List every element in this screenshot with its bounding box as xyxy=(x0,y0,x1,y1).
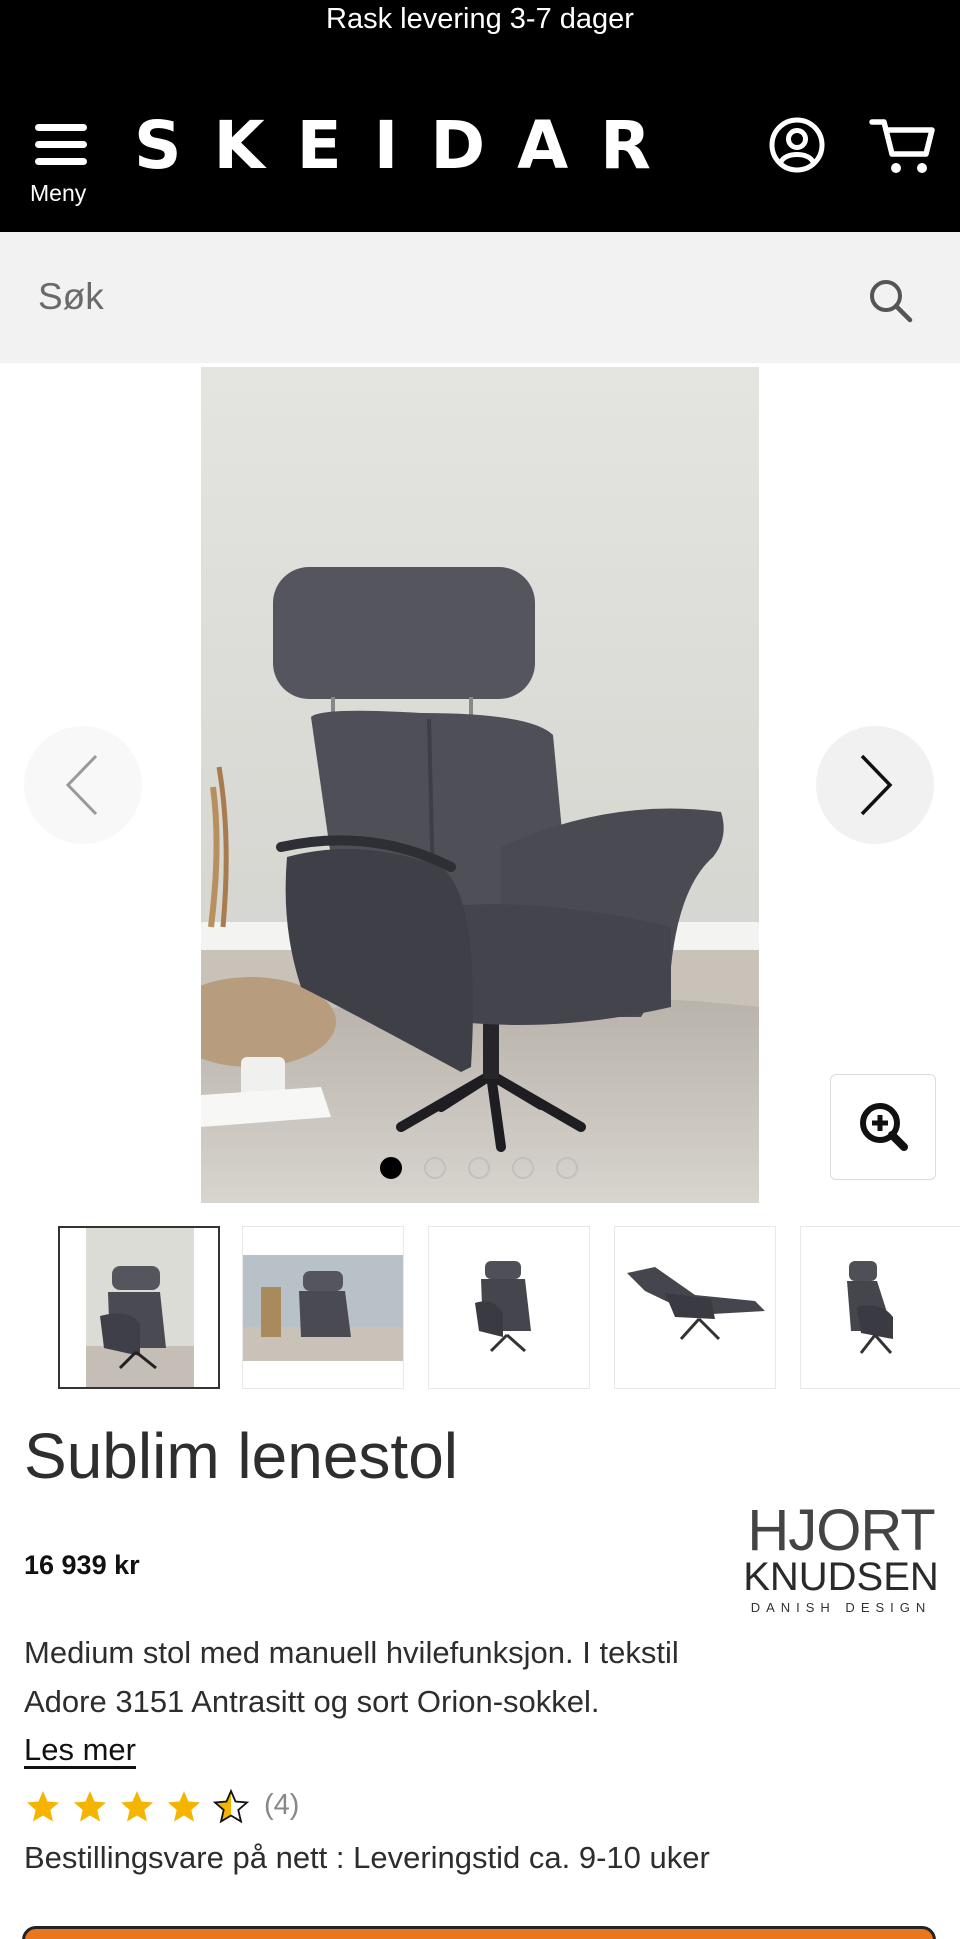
thumbnail-strip xyxy=(0,1226,960,1392)
description-line-2: Adore 3151 Antrasitt og sort Orion-sokke… xyxy=(24,1684,600,1719)
hamburger-icon-bar xyxy=(35,158,87,165)
armchair-photo xyxy=(201,367,759,1203)
product-rating[interactable]: (4) xyxy=(24,1785,424,1829)
thumbnail-image xyxy=(60,1228,218,1387)
product-main-image[interactable] xyxy=(201,367,759,1203)
gallery-prev-button[interactable] xyxy=(24,726,142,844)
promo-banner: Rask levering 3-7 dager xyxy=(326,3,634,35)
review-count[interactable]: (4) xyxy=(264,1789,299,1822)
brand-logo-image: HJORT KNUDSEN DANISH DESIGN xyxy=(743,1498,939,1615)
add-to-cart-button[interactable] xyxy=(22,1926,936,1939)
product-gallery xyxy=(0,363,960,1213)
menu-label: Meny xyxy=(30,180,87,206)
star-icon xyxy=(74,1791,106,1822)
search-button[interactable] xyxy=(866,276,916,331)
gallery-pagination xyxy=(380,1157,580,1181)
thumbnail-2[interactable] xyxy=(242,1226,404,1389)
product-price: 16 939 kr xyxy=(24,1550,140,1580)
gallery-next-button[interactable] xyxy=(816,726,934,844)
product-title: Sublim lenestol xyxy=(24,1420,458,1492)
star-rating-icons xyxy=(27,1790,248,1823)
account-button[interactable] xyxy=(768,116,826,174)
description-line-1: Medium stol med manuell hvilefunksjon. I… xyxy=(24,1635,679,1670)
thumbnail-3[interactable] xyxy=(428,1226,590,1389)
hamburger-icon-bar xyxy=(35,141,87,148)
product-description: Medium stol med manuell hvilefunksjon. I… xyxy=(24,1628,884,1726)
read-more-link[interactable]: Les mer xyxy=(24,1725,136,1774)
pagination-dot-1[interactable] xyxy=(380,1157,402,1179)
thumbnail-image xyxy=(243,1227,403,1388)
brand-tagline: DANISH DESIGN xyxy=(751,1600,932,1614)
thumbnail-image xyxy=(801,1227,960,1388)
pagination-dot-5[interactable] xyxy=(556,1157,578,1179)
thumbnail-image xyxy=(615,1227,775,1388)
star-icon xyxy=(121,1791,153,1822)
user-circle-icon xyxy=(769,117,825,173)
brand-line-1: HJORT xyxy=(747,1498,935,1563)
cart-icon xyxy=(869,119,935,173)
star-icon xyxy=(168,1791,200,1822)
search-bar xyxy=(0,232,960,363)
thumbnail-1[interactable] xyxy=(58,1226,220,1389)
site-header: Rask levering 3-7 dager Meny SKEIDAR xyxy=(0,0,960,232)
search-input[interactable] xyxy=(38,262,838,332)
zoom-in-icon xyxy=(860,1103,908,1151)
half-star-icon xyxy=(214,1790,248,1823)
pagination-dot-4[interactable] xyxy=(512,1157,534,1179)
pagination-dot-3[interactable] xyxy=(468,1157,490,1179)
pagination-dot-2[interactable] xyxy=(424,1157,446,1179)
brand-logo[interactable]: HJORT KNUDSEN DANISH DESIGN xyxy=(743,1496,939,1615)
availability-text: Bestillingsvare på nett : Leveringstid c… xyxy=(24,1840,710,1875)
chevron-right-icon xyxy=(860,754,893,816)
thumbnail-4[interactable] xyxy=(614,1226,776,1389)
site-logo[interactable]: SKEIDAR xyxy=(134,104,683,188)
brand-line-2: KNUDSEN xyxy=(744,1555,938,1599)
thumbnail-5[interactable] xyxy=(800,1226,960,1389)
zoom-button[interactable] xyxy=(830,1074,936,1180)
hamburger-icon xyxy=(35,124,87,131)
menu-button[interactable]: Meny xyxy=(26,114,96,214)
star-icon xyxy=(27,1791,59,1822)
chevron-left-icon xyxy=(65,754,98,816)
cart-button[interactable] xyxy=(868,114,938,178)
search-icon xyxy=(870,280,913,323)
thumbnail-image xyxy=(429,1227,589,1388)
